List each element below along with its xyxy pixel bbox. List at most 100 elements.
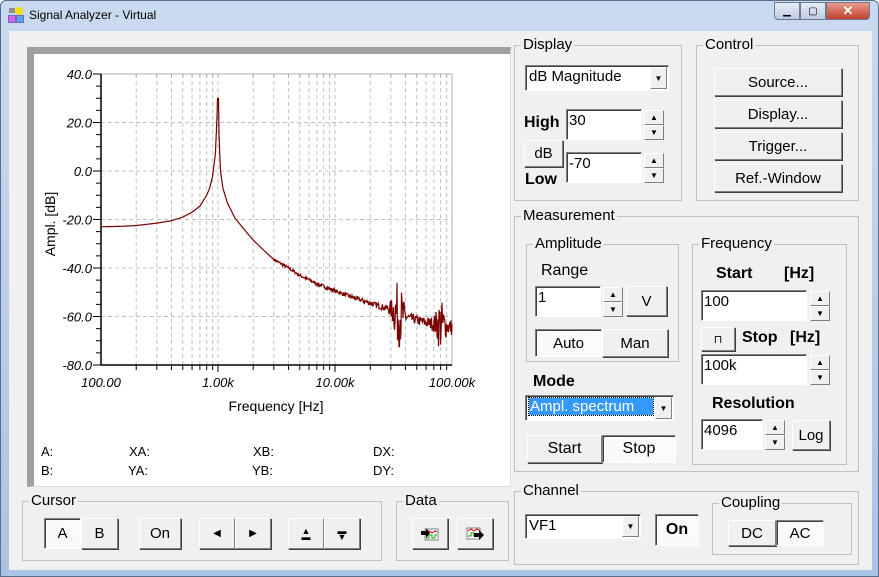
low-input[interactable]: -70 bbox=[566, 152, 642, 183]
spin-up-icon[interactable]: ▲ bbox=[810, 355, 830, 370]
display-mode-select[interactable]: dB Magnitude ▼ bbox=[525, 65, 669, 91]
x-axis-label: Frequency [Hz] bbox=[229, 398, 324, 414]
channel-on-button[interactable]: On bbox=[655, 514, 699, 546]
window-title: Signal Analyzer - Virtual bbox=[29, 8, 157, 22]
mode-label: Mode bbox=[533, 373, 575, 390]
minimize-button[interactable]: ▁ bbox=[774, 2, 800, 20]
start-frequency-spinner[interactable]: ▲ ▼ bbox=[810, 291, 830, 321]
high-spinner[interactable]: ▲ ▼ bbox=[644, 110, 664, 140]
triangle-right-icon: ▶ bbox=[249, 528, 257, 539]
trigger-button[interactable]: Trigger... bbox=[714, 132, 842, 160]
cursor-yb-label: YB: bbox=[252, 463, 273, 478]
measurement-start-button[interactable]: Start bbox=[527, 435, 602, 463]
import-data-button[interactable] bbox=[412, 518, 448, 549]
display-mode-value: dB Magnitude bbox=[529, 68, 622, 85]
stop-frequency-input[interactable]: 100k bbox=[701, 354, 807, 385]
stop-frequency-unit: [Hz] bbox=[790, 329, 821, 346]
spin-down-icon[interactable]: ▼ bbox=[603, 302, 623, 317]
cursor-left-button[interactable]: ◀ bbox=[199, 518, 235, 549]
start-frequency-input[interactable]: 100 bbox=[701, 290, 807, 321]
channel-select[interactable]: VF1 ▼ bbox=[525, 514, 641, 539]
range-spinner[interactable]: ▲ ▼ bbox=[603, 287, 623, 317]
chevron-down-icon[interactable]: ▼ bbox=[655, 397, 672, 419]
close-button[interactable]: ✕ bbox=[826, 2, 870, 20]
high-input[interactable]: 30 bbox=[566, 109, 642, 140]
stop-frequency-spinner[interactable]: ▲ ▼ bbox=[810, 355, 830, 385]
cursor-down-button[interactable]: ▬ ▼ bbox=[324, 518, 360, 549]
range-unit-button[interactable]: V bbox=[626, 286, 667, 316]
cursor-dy-label: DY: bbox=[373, 463, 394, 478]
cursor-up-button[interactable]: ▲ ▬ bbox=[288, 518, 324, 549]
triangle-left-icon: ◀ bbox=[213, 528, 221, 539]
spin-up-icon[interactable]: ▲ bbox=[603, 287, 623, 302]
resolution-spinner[interactable]: ▲ ▼ bbox=[765, 420, 785, 450]
import-data-icon bbox=[421, 527, 439, 540]
display-group: Display dB Magnitude ▼ High 30 ▲ ▼ dB Low… bbox=[514, 36, 682, 201]
coupling-ac-button[interactable]: AC bbox=[776, 520, 824, 546]
app-window: Signal Analyzer - Virtual ▁ ▢ ✕ 40.0 20.0… bbox=[0, 0, 879, 577]
spectrum-chart[interactable]: 40.0 20.0 0.0 -20.0 -40.0 -60.0 -80.0 100.00 1.0… bbox=[34, 54, 510, 486]
double-up-icon: ▲ ▬ bbox=[301, 525, 311, 542]
low-spinner[interactable]: ▲ ▼ bbox=[644, 153, 664, 183]
range-auto-button[interactable]: Auto bbox=[535, 329, 602, 357]
spin-down-icon[interactable]: ▼ bbox=[810, 370, 830, 385]
log-button[interactable]: Log bbox=[792, 420, 830, 450]
client-area: 40.0 20.0 0.0 -20.0 -40.0 -60.0 -80.0 100.00 1.0… bbox=[9, 31, 872, 570]
display-settings-button[interactable]: Display... bbox=[714, 100, 842, 128]
spin-down-icon[interactable]: ▼ bbox=[644, 125, 664, 140]
cursor-right-button[interactable]: ▶ bbox=[235, 518, 271, 549]
y-tick-label: 40.0 bbox=[67, 67, 93, 82]
y-tick-label: -60.0 bbox=[62, 310, 92, 325]
cursor-b-button[interactable]: B bbox=[81, 518, 118, 549]
cursor-b-label: B: bbox=[41, 463, 54, 478]
cursor-on-button[interactable]: On bbox=[139, 518, 181, 549]
chevron-down-icon[interactable]: ▼ bbox=[622, 516, 639, 537]
y-tick-label: 0.0 bbox=[74, 164, 93, 179]
spin-down-icon[interactable]: ▼ bbox=[644, 168, 664, 183]
range-input[interactable]: 1 bbox=[535, 286, 601, 317]
cursor-dx-label: DX: bbox=[373, 444, 395, 459]
channel-value: VF1 bbox=[529, 517, 557, 534]
range-label: Range bbox=[541, 262, 589, 279]
mode-select[interactable]: Ampl. spectrum ▼ bbox=[525, 395, 674, 421]
export-data-button[interactable] bbox=[457, 518, 493, 549]
coupling-group-label: Coupling bbox=[719, 494, 783, 511]
y-tick-label: -40.0 bbox=[62, 261, 92, 276]
cursor-group-label: Cursor bbox=[29, 492, 79, 509]
export-data-icon bbox=[466, 527, 484, 540]
chevron-down-icon[interactable]: ▼ bbox=[650, 67, 667, 89]
ref-window-button[interactable]: Ref.-Window bbox=[714, 164, 842, 192]
cursor-xb-label: XB: bbox=[253, 444, 274, 459]
coupling-dc-button[interactable]: DC bbox=[728, 520, 776, 546]
display-unit-button[interactable]: dB bbox=[524, 140, 563, 167]
spin-up-icon[interactable]: ▲ bbox=[765, 420, 785, 435]
x-tick-label: 100.00 bbox=[81, 375, 122, 390]
spin-up-icon[interactable]: ▲ bbox=[644, 153, 664, 168]
range-man-button[interactable]: Man bbox=[602, 329, 668, 357]
spin-down-icon[interactable]: ▼ bbox=[810, 306, 830, 321]
cursor-a-button[interactable]: A bbox=[44, 518, 81, 549]
plot-panel: 40.0 20.0 0.0 -20.0 -40.0 -60.0 -80.0 100.00 1.0… bbox=[27, 47, 511, 487]
amplitude-group-label: Amplitude bbox=[533, 235, 604, 252]
resolution-label: Resolution bbox=[712, 395, 795, 412]
title-bar: Signal Analyzer - Virtual ▁ ▢ ✕ bbox=[1, 1, 878, 29]
resolution-input[interactable]: 4096 bbox=[701, 419, 763, 450]
maximize-button[interactable]: ▢ bbox=[800, 2, 826, 20]
measurement-stop-button[interactable]: Stop bbox=[602, 435, 676, 463]
spectrum-trace bbox=[101, 97, 453, 348]
start-frequency-unit: [Hz] bbox=[784, 265, 815, 282]
span-lock-button[interactable]: ⊓ bbox=[701, 327, 735, 351]
high-label: High bbox=[524, 114, 560, 131]
channel-group: Channel VF1 ▼ On Coupling DC AC bbox=[514, 482, 859, 565]
app-icon bbox=[8, 7, 24, 23]
spin-up-icon[interactable]: ▲ bbox=[810, 291, 830, 306]
source-button[interactable]: Source... bbox=[714, 68, 842, 96]
measurement-group: Measurement Amplitude Range 1 ▲ ▼ V Auto … bbox=[514, 207, 859, 472]
span-icon: ⊓ bbox=[713, 333, 723, 346]
low-label: Low bbox=[525, 171, 557, 188]
spin-down-icon[interactable]: ▼ bbox=[765, 435, 785, 450]
y-tick-label: -80.0 bbox=[62, 358, 92, 373]
y-tick-label: 20.0 bbox=[66, 116, 93, 131]
cursor-xa-label: XA: bbox=[129, 444, 150, 459]
spin-up-icon[interactable]: ▲ bbox=[644, 110, 664, 125]
